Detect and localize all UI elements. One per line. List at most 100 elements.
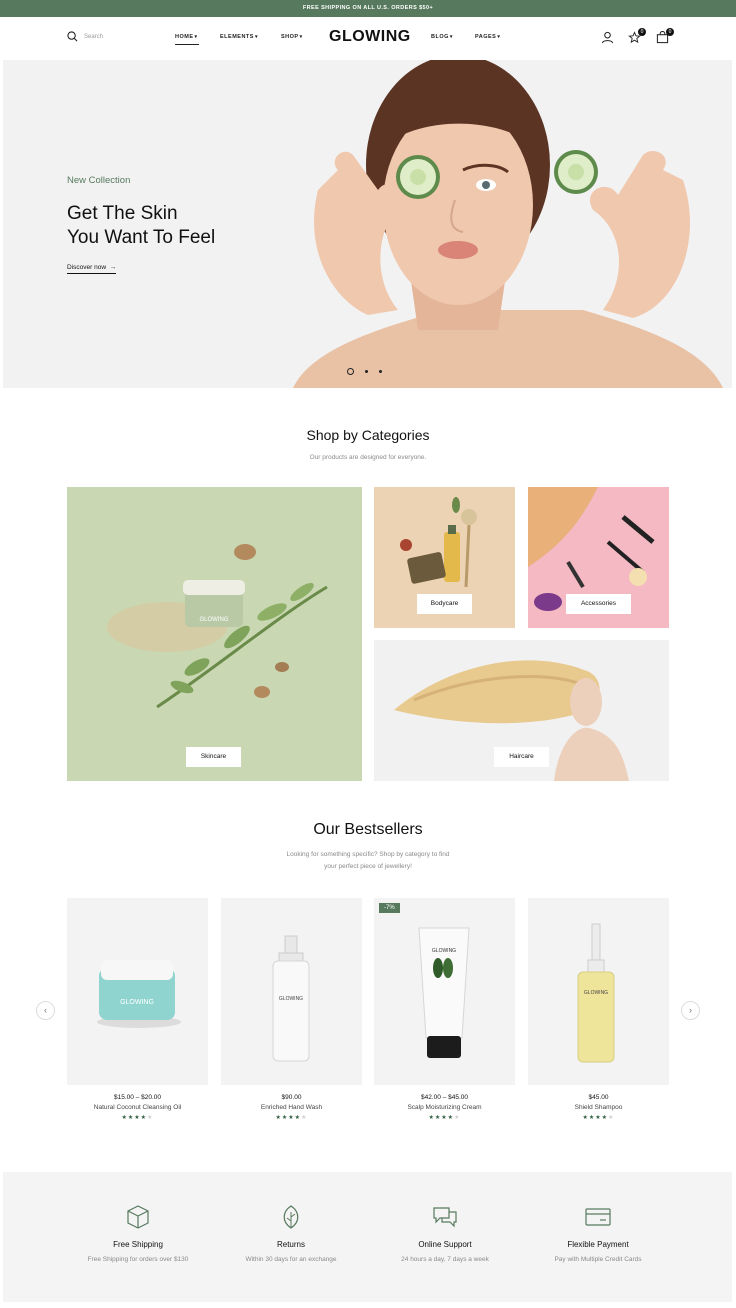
chevron-right-icon: › <box>689 1005 692 1015</box>
wishlist-count-badge: 0 <box>638 28 646 36</box>
nav-home-label: HOME <box>175 34 194 40</box>
category-skincare-label: Skincare <box>186 747 241 767</box>
nav-pages[interactable]: PAGES▾ <box>475 34 500 40</box>
carousel-next-button[interactable]: › <box>681 1001 700 1020</box>
hero-banner: New Collection Get The Skin You Want To … <box>3 60 732 388</box>
leaf-icon <box>283 1205 299 1229</box>
product-2-name[interactable]: Enriched Hand Wash <box>221 1104 362 1111</box>
product-card-3-image[interactable]: -7% GLOWING <box>374 898 515 1085</box>
slider-dot-2[interactable] <box>365 370 368 373</box>
product-card-4-image[interactable]: GLOWING <box>528 898 669 1085</box>
product-2-brand: GLOWING <box>279 996 303 1002</box>
search-icon[interactable] <box>67 31 78 42</box>
product-4-price: $45.00 <box>588 1094 609 1101</box>
site-header: Search HOME▾ ELEMENTS▾ SHOP▾ GLOWING BLO… <box>0 17 736 60</box>
hero-title-line2: You Want To Feel <box>67 227 216 248</box>
categories-subtitle: Our products are designed for everyone. <box>309 454 427 461</box>
product-1-rating-stars: ★★★★★ <box>121 1115 154 1121</box>
product-1-name[interactable]: Natural Coconut Cleansing Oil <box>67 1104 208 1111</box>
product-3-brand: GLOWING <box>432 948 456 954</box>
chevron-left-icon: ‹ <box>44 1005 47 1015</box>
product-card-2-image[interactable]: GLOWING <box>221 898 362 1085</box>
box-icon <box>127 1205 149 1229</box>
arrow-right-icon: → <box>107 264 117 271</box>
search-box[interactable]: Search <box>67 31 103 42</box>
nav-shop[interactable]: SHOP▾ <box>281 34 303 40</box>
nav-home[interactable]: HOME▾ <box>175 34 198 40</box>
skincare-jar-brand: GLOWING <box>199 617 228 623</box>
product-4-name[interactable]: Shield Shampoo <box>528 1104 669 1111</box>
category-bodycare-label: Bodycare <box>417 594 472 614</box>
slider-dot-1[interactable] <box>347 368 354 375</box>
nav-blog-label: BLOG <box>431 34 449 40</box>
product-3-rating-stars: ★★★★★ <box>428 1115 461 1121</box>
category-skincare[interactable]: GLOWING Skincare <box>67 487 362 781</box>
nav-blog[interactable]: BLOG▾ <box>431 34 453 40</box>
product-3-name[interactable]: Scalp Moisturizing Cream <box>374 1104 515 1111</box>
feature-2-title: Returns <box>276 1240 305 1249</box>
cleansing-jar-image: GLOWING <box>97 960 181 1028</box>
chevron-down-icon: ▾ <box>254 34 258 40</box>
card-icon <box>585 1208 611 1226</box>
product-card-1-info: $15.00 – $20.00 Natural Coconut Cleansin… <box>67 1094 208 1121</box>
announcement-bar: FREE SHIPPING ON ALL U.S. ORDERS $50+ <box>0 0 736 17</box>
product-4-brand: GLOWING <box>584 990 608 996</box>
product-2-price: $90.00 <box>281 1094 302 1101</box>
slider-dots <box>347 368 382 375</box>
feature-2-subtitle: Within 30 days for an exchange <box>245 1256 337 1263</box>
feature-free-shipping: Free Shipping Free Shipping for orders o… <box>53 1204 223 1263</box>
category-accessories[interactable]: Accessories <box>528 487 669 628</box>
hand-wash-bottle-image: GLOWING <box>272 935 310 1062</box>
bestsellers-subtitle-line2: your perfect piece of jewellery! <box>324 863 412 870</box>
product-card-2-info: $90.00 Enriched Hand Wash ★★★★★ <box>221 1094 362 1121</box>
chevron-down-icon: ▾ <box>194 34 198 40</box>
product-3-price: $42.00 – $45.00 <box>421 1094 468 1101</box>
feature-flexible-payment: Flexible Payment Pay with Multiple Credi… <box>513 1204 683 1263</box>
nav-pages-label: PAGES <box>475 34 497 40</box>
nav-elements[interactable]: ELEMENTS▾ <box>220 34 258 40</box>
feature-online-support: Online Support 24 hours a day, 7 days a … <box>360 1204 530 1263</box>
hero-woman-cucumber-image <box>293 60 723 388</box>
account-button[interactable] <box>601 31 615 45</box>
nav-active-underline <box>175 44 199 45</box>
sale-badge: -7% <box>379 903 400 913</box>
product-4-rating-stars: ★★★★★ <box>582 1115 615 1121</box>
shampoo-bottle-image: GLOWING <box>577 923 615 1063</box>
chevron-down-icon: ▾ <box>497 34 501 40</box>
search-placeholder: Search <box>84 33 104 40</box>
feature-3-title: Online Support <box>418 1240 472 1249</box>
feature-returns: Returns Within 30 days for an exchange <box>206 1204 376 1263</box>
chat-icon <box>433 1207 457 1228</box>
product-1-price: $15.00 – $20.00 <box>114 1094 161 1101</box>
product-2-rating-stars: ★★★★★ <box>275 1115 308 1121</box>
feature-1-title: Free Shipping <box>113 1240 163 1249</box>
scalp-cream-tube-image: GLOWING <box>418 927 470 1058</box>
nav-shop-label: SHOP <box>281 34 299 40</box>
slider-dot-3[interactable] <box>379 370 382 373</box>
feature-1-subtitle: Free Shipping for orders over $130 <box>87 1256 189 1263</box>
cart-button[interactable]: 0 <box>656 28 674 45</box>
product-card-1-image[interactable]: GLOWING <box>67 898 208 1085</box>
feature-4-subtitle: Pay with Multiple Credit Cards <box>554 1256 642 1263</box>
hero-title: Get The Skin You Want To Feel <box>67 202 215 250</box>
feature-4-title: Flexible Payment <box>567 1240 629 1249</box>
product-card-4-info: $45.00 Shield Shampoo ★★★★★ <box>528 1094 669 1121</box>
category-accessories-label: Accessories <box>566 594 631 614</box>
hero-title-line1: Get The Skin <box>67 203 178 224</box>
discover-now-link[interactable]: Discover now → <box>67 264 117 274</box>
product-card-3-info: $42.00 – $45.00 Scalp Moisturizing Cream… <box>374 1094 515 1121</box>
category-haircare-label: Haircare <box>494 747 549 767</box>
announcement-text: FREE SHIPPING ON ALL U.S. ORDERS $50+ <box>302 5 434 11</box>
hero-eyebrow: New Collection <box>67 175 131 186</box>
category-haircare[interactable]: Haircare <box>374 640 669 781</box>
bestsellers-title: Our Bestsellers <box>313 821 423 838</box>
chevron-down-icon: ▾ <box>299 34 303 40</box>
user-icon <box>601 31 614 44</box>
skincare-image: GLOWING <box>107 544 328 709</box>
wishlist-button[interactable]: 0 <box>628 28 646 45</box>
product-1-brand: GLOWING <box>120 999 154 1006</box>
category-bodycare[interactable]: Bodycare <box>374 487 515 628</box>
carousel-prev-button[interactable]: ‹ <box>36 1001 55 1020</box>
site-logo[interactable]: GLOWING <box>329 28 411 46</box>
categories-title: Shop by Categories <box>306 427 430 443</box>
